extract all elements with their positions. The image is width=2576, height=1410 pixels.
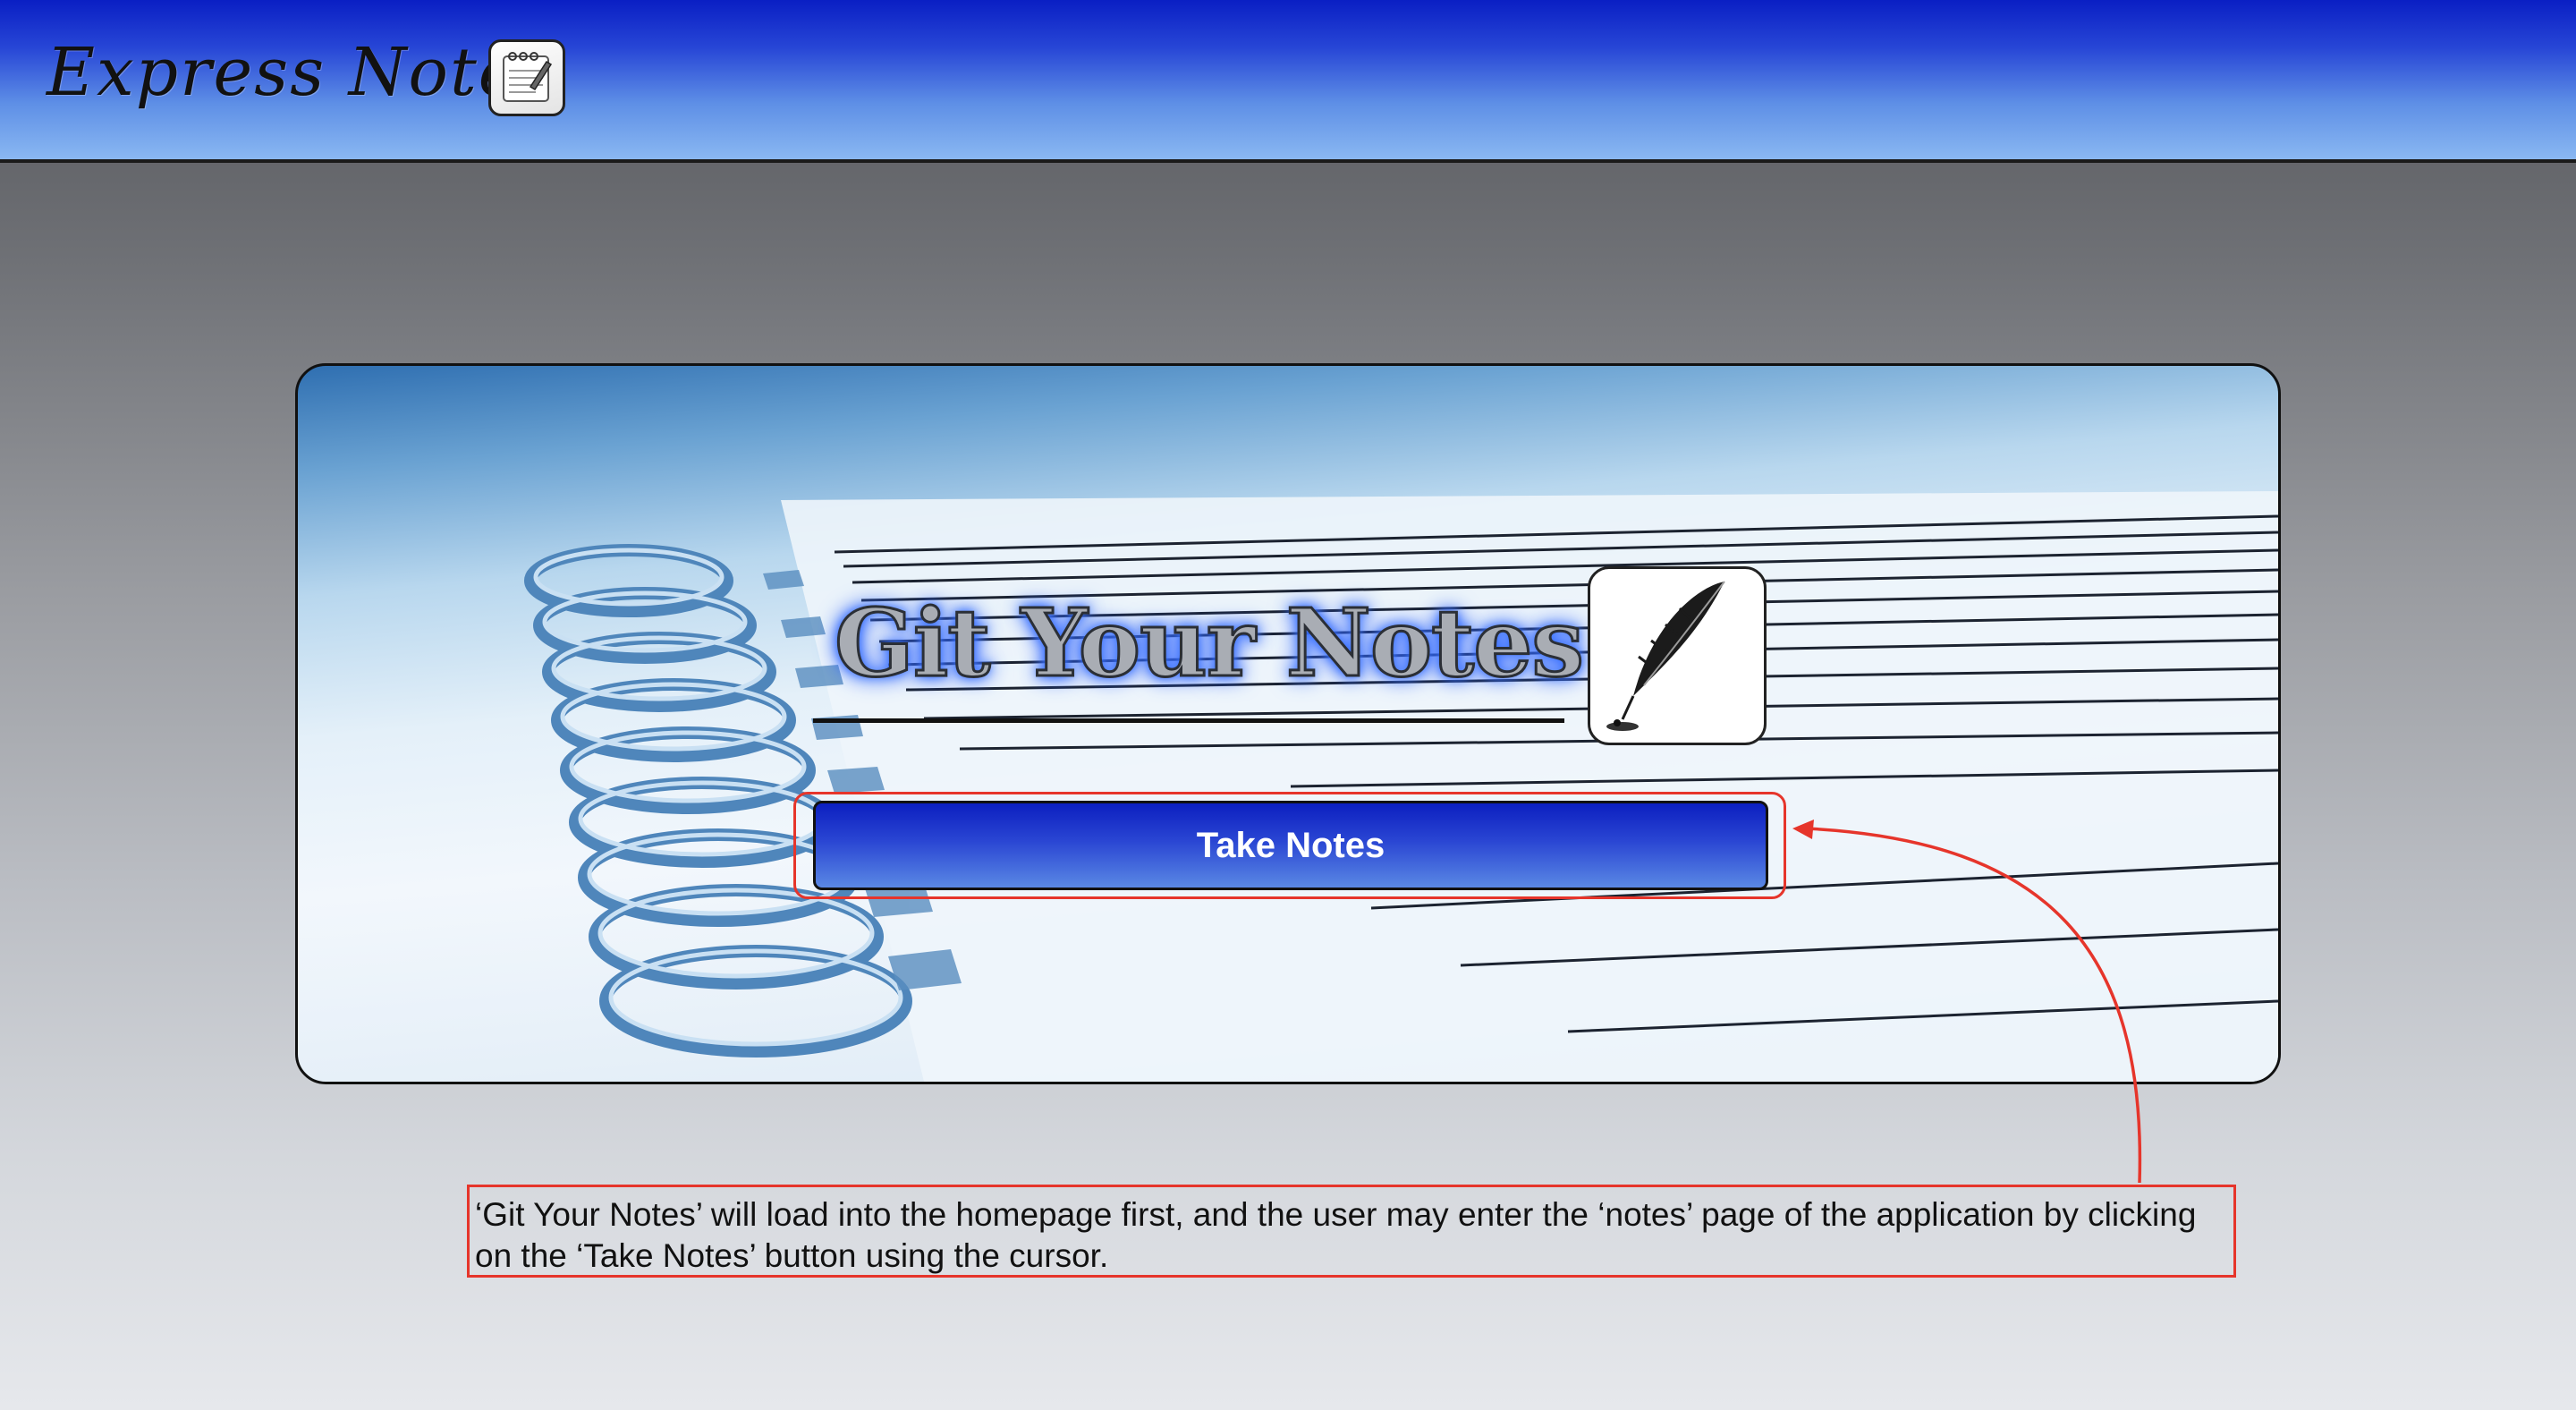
hero-banner: Git Your Notes Take Notes xyxy=(295,363,2281,1084)
app-title: Express Notes xyxy=(47,34,555,111)
title-underline xyxy=(813,718,1564,723)
take-notes-button[interactable]: Take Notes xyxy=(813,801,1768,890)
notepad-app-icon[interactable] xyxy=(488,39,565,116)
app-header: Express Notes xyxy=(0,0,2576,163)
spiral-notebook-illustration xyxy=(524,491,2278,1082)
annotation-caption: ‘Git Your Notes’ will load into the home… xyxy=(467,1185,2236,1278)
quill-pen-icon xyxy=(1588,566,1767,745)
hero-title: Git Your Notes xyxy=(834,587,1586,700)
